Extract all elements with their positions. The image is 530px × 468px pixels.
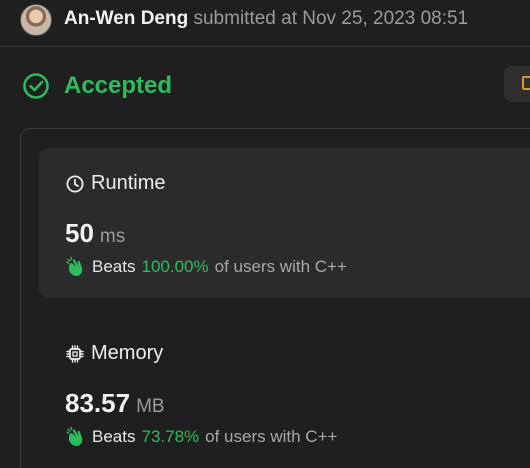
clapping-hands-icon bbox=[66, 256, 83, 276]
memory-title: Memory bbox=[65, 342, 163, 365]
editorial-button[interactable] bbox=[504, 66, 530, 102]
runtime-beats-percent: 100.00% bbox=[141, 257, 209, 276]
clapping-hands-icon bbox=[66, 426, 83, 446]
avatar[interactable] bbox=[20, 4, 52, 36]
memory-beats-rest: of users with C++ bbox=[205, 427, 338, 446]
check-circle-icon bbox=[23, 73, 49, 99]
memory-beats: Beats 73.78% of users with C++ bbox=[65, 426, 337, 448]
runtime-value: 50 bbox=[65, 218, 94, 248]
clock-icon bbox=[66, 175, 84, 192]
memory-title-label: Memory bbox=[91, 342, 164, 364]
submitter-line: An-Wen Deng submitted at Nov 25, 2023 08… bbox=[64, 8, 468, 30]
submission-detail-page: An-Wen Deng submitted at Nov 25, 2023 08… bbox=[0, 0, 530, 468]
runtime-card[interactable]: Runtime 50 ms Beats 100.00% of users with… bbox=[39, 148, 530, 298]
memory-beats-percent: 73.78% bbox=[141, 427, 200, 446]
runtime-beats: Beats 100.00% of users with C++ bbox=[65, 256, 347, 278]
submission-status: Accepted bbox=[22, 70, 172, 102]
runtime-metric: 50 ms bbox=[65, 218, 125, 249]
runtime-title: Runtime bbox=[65, 172, 165, 195]
runtime-beats-rest: of users with C++ bbox=[214, 257, 347, 276]
memory-beats-word: Beats bbox=[92, 427, 136, 446]
document-icon bbox=[522, 76, 530, 90]
memory-card[interactable]: Memory 83.57 MB Beats 73.78% of users wit… bbox=[39, 318, 530, 468]
runtime-unit: ms bbox=[99, 226, 126, 247]
memory-unit: MB bbox=[136, 396, 165, 417]
submission-header: An-Wen Deng submitted at Nov 25, 2023 08… bbox=[0, 0, 530, 47]
memory-value: 83.57 bbox=[65, 388, 131, 418]
runtime-beats-word: Beats bbox=[92, 257, 136, 276]
memory-metric: 83.57 MB bbox=[65, 388, 165, 419]
author-name[interactable]: An-Wen Deng bbox=[64, 8, 188, 29]
chip-icon bbox=[66, 344, 84, 363]
submitted-timestamp: submitted at Nov 25, 2023 08:51 bbox=[193, 8, 469, 29]
runtime-title-label: Runtime bbox=[91, 172, 166, 194]
status-label: Accepted bbox=[64, 72, 173, 99]
